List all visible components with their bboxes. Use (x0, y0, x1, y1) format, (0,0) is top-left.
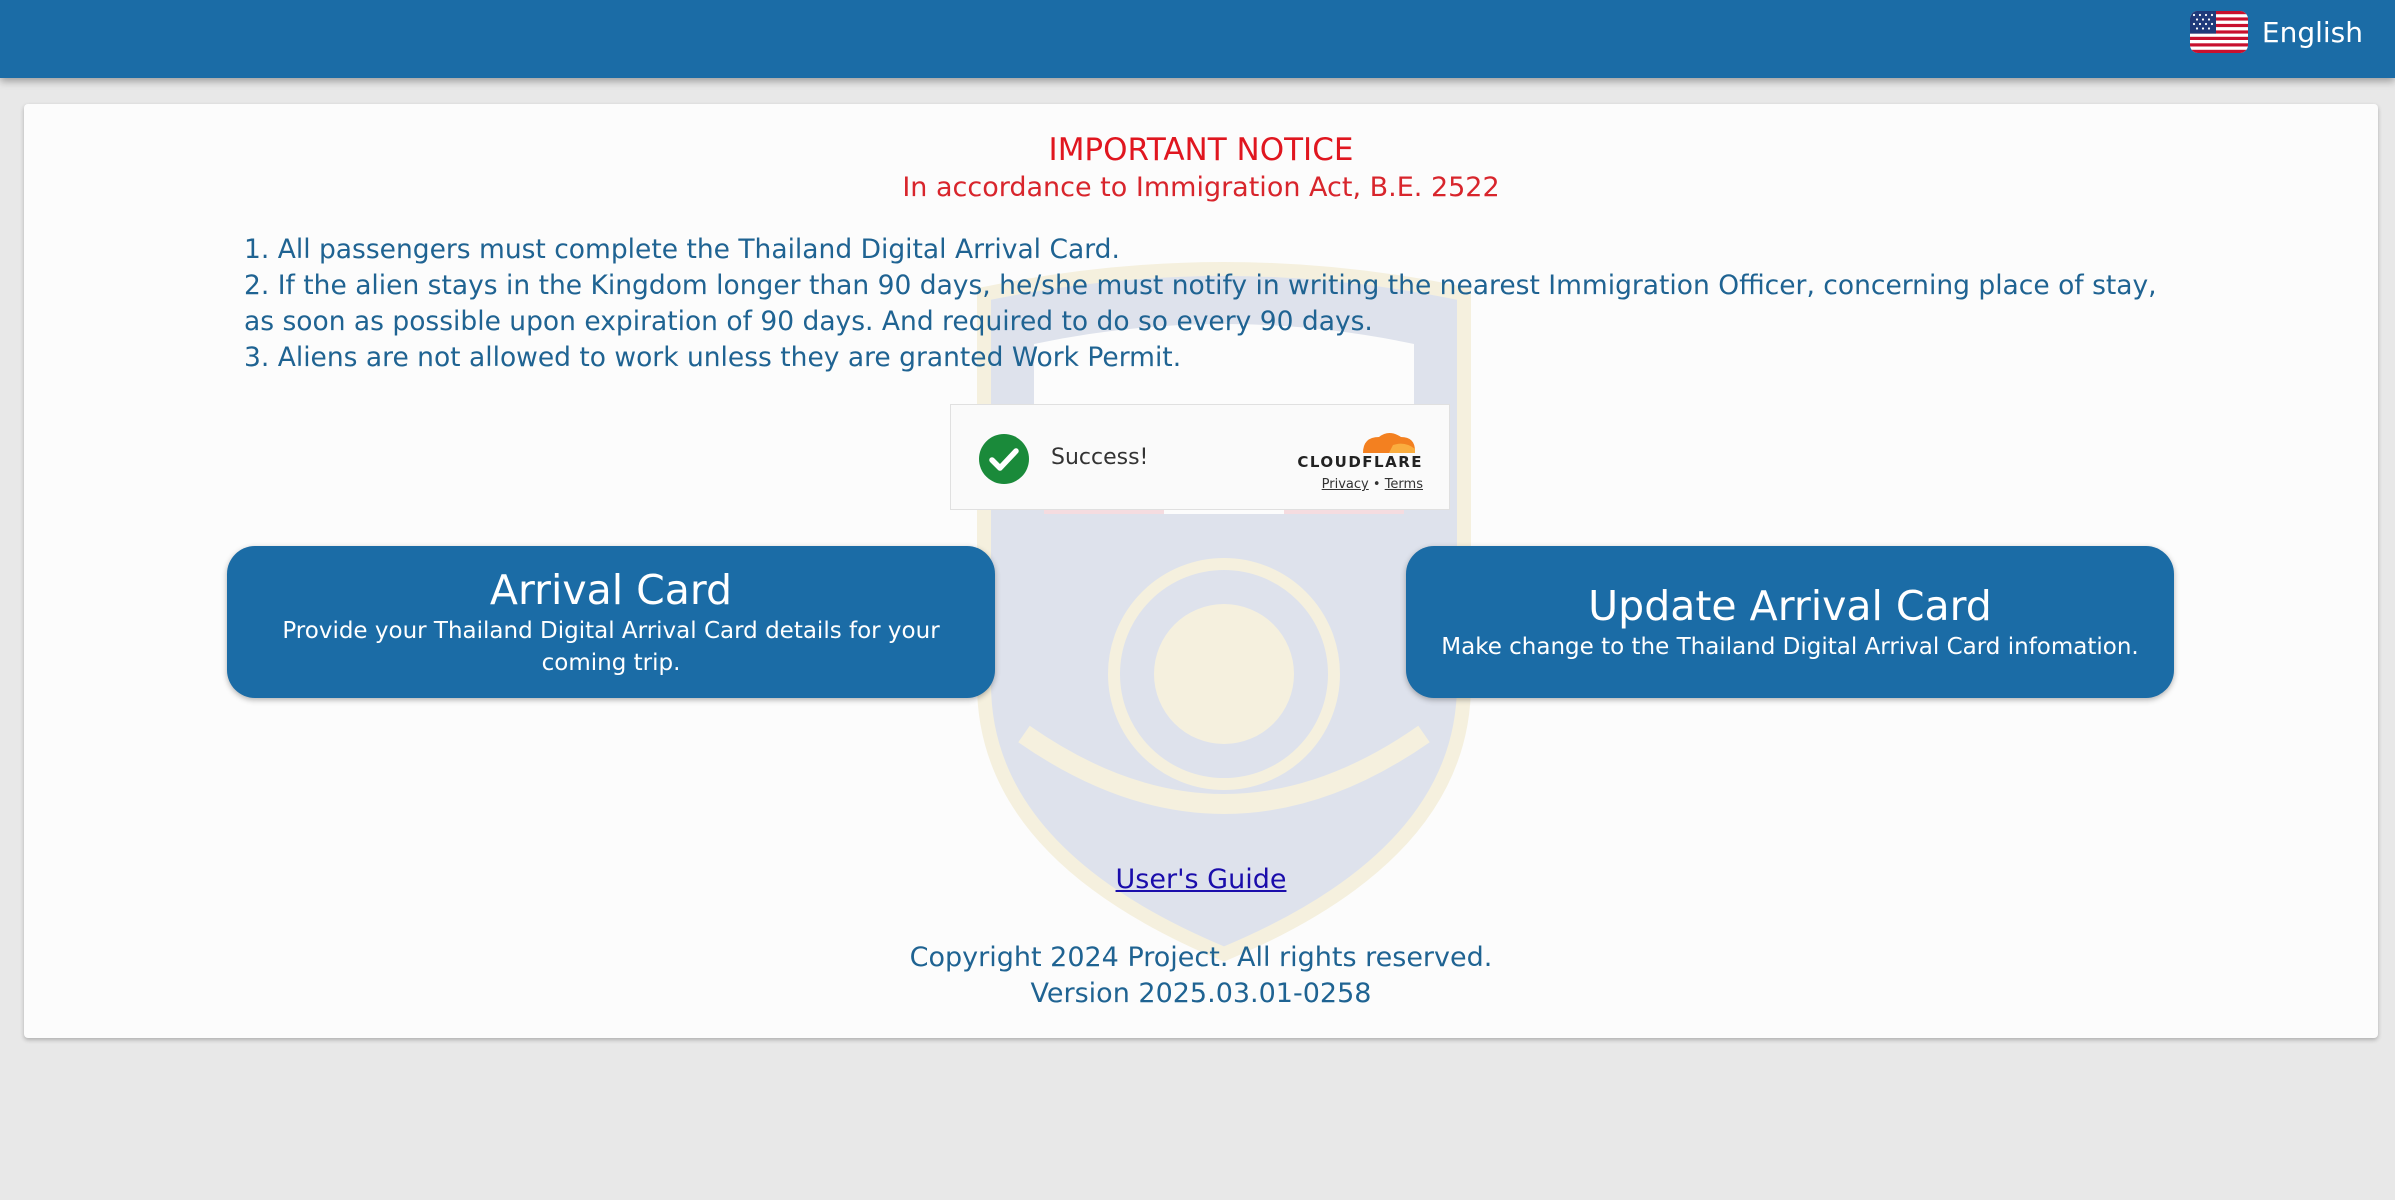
main-card: IMPORTANT NOTICE In accordance to Immigr… (24, 104, 2378, 1038)
update-arrival-card-button[interactable]: Update Arrival Card Make change to the T… (1406, 546, 2174, 698)
users-guide-container: User's Guide (24, 864, 2378, 895)
arrival-card-title: Arrival Card (489, 566, 733, 614)
notice-title: IMPORTANT NOTICE (1048, 132, 1354, 168)
arrival-card-description: Provide your Thailand Digital Arrival Ca… (282, 618, 940, 676)
update-arrival-card-description: Make change to the Thailand Digital Arri… (1441, 634, 2139, 660)
footer-copyright: Copyright 2024 Project. All rights reser… (24, 940, 2378, 1012)
notice-rule: 2. If the alien stays in the Kingdom lon… (244, 270, 2157, 337)
cloudflare-logo-text: CLOUDFLARE (1297, 453, 1423, 471)
version-text: Version 2025.03.01-0258 (1030, 978, 1372, 1009)
users-guide-link[interactable]: User's Guide (1116, 864, 1287, 895)
captcha-links: Privacy • Terms (1322, 477, 1423, 492)
success-check-icon (979, 434, 1029, 484)
cloudflare-captcha-widget: Success! CLOUDFLARE Privacy • Terms (950, 404, 1450, 510)
update-arrival-card-title: Update Arrival Card (1588, 582, 1992, 630)
notice-rule: 1. All passengers must complete the Thai… (244, 234, 1120, 265)
privacy-link[interactable]: Privacy (1322, 477, 1369, 492)
language-selector[interactable]: English (2189, 11, 2363, 53)
us-flag-icon (2189, 11, 2248, 53)
notice-subtitle: In accordance to Immigration Act, B.E. 2… (902, 172, 1500, 203)
language-label: English (2261, 15, 2363, 49)
link-separator: • (1372, 477, 1381, 492)
terms-link[interactable]: Terms (1385, 477, 1423, 492)
notice-rules-list: 1. All passengers must complete the Thai… (244, 232, 2194, 376)
notice-rule: 3. Aliens are not allowed to work unless… (244, 342, 1182, 373)
copyright-text: Copyright 2024 Project. All rights reser… (909, 942, 1493, 973)
captcha-status: Success! (1051, 445, 1149, 470)
arrival-card-button[interactable]: Arrival Card Provide your Thailand Digit… (227, 546, 995, 698)
top-nav-bar: English (0, 0, 2395, 78)
